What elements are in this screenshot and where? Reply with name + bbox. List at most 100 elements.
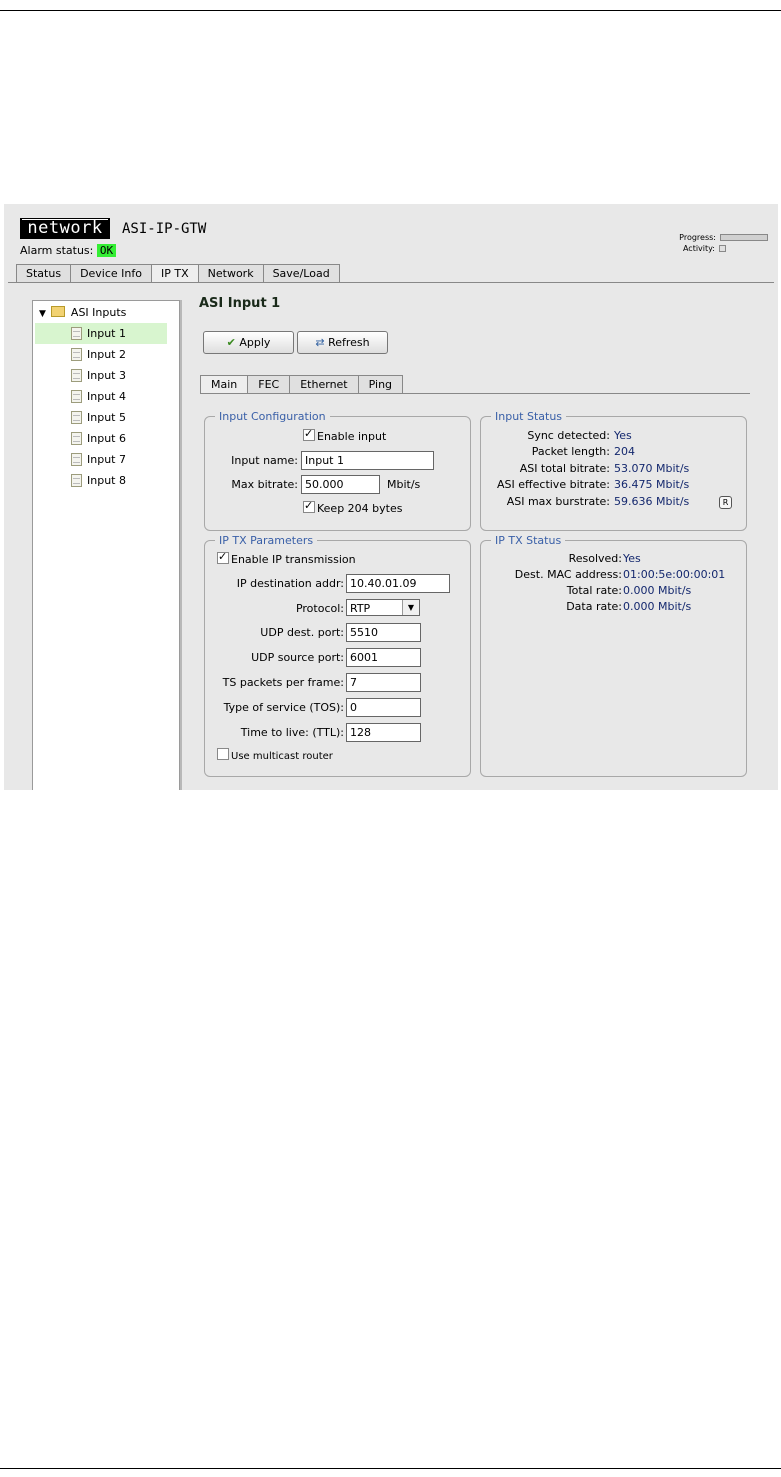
input-configuration-group: Input Configuration Enable input Input n…: [204, 410, 471, 531]
tree-item-input-5[interactable]: Input 5: [35, 407, 167, 428]
chevron-down-icon[interactable]: ▼: [402, 600, 419, 615]
use-multicast-router-label: Use multicast router: [231, 751, 333, 762]
enable-input-checkbox[interactable]: [303, 427, 315, 441]
time-to-live-field[interactable]: 128: [346, 723, 421, 742]
udp-source-port-field[interactable]: 6001: [346, 648, 421, 667]
ts-packets-per-frame-field[interactable]: 7: [346, 673, 421, 692]
tree-item-input-1[interactable]: Input 1: [35, 323, 167, 344]
main-tab-bar: Status Device Info IP TX Network Save/Lo…: [16, 264, 340, 283]
tree-item-label: Input 6: [87, 432, 126, 445]
refresh-icon: ⇄: [315, 336, 325, 349]
tree-splitter[interactable]: [180, 300, 182, 790]
enable-input-row[interactable]: Enable input: [303, 427, 386, 443]
document-icon: [71, 348, 82, 361]
max-bitrate-field[interactable]: 50.000: [301, 475, 380, 494]
keep-204-checkbox[interactable]: [303, 499, 315, 513]
subtab-fec[interactable]: FEC: [247, 375, 291, 393]
device-name: ASI-IP-GTW: [122, 221, 207, 237]
time-to-live-label: Time to live: (TTL):: [240, 726, 344, 739]
progress-label: Progress:: [679, 233, 716, 242]
page-bottom-rule: [0, 1468, 781, 1469]
tab-status[interactable]: Status: [16, 264, 72, 282]
reset-burstrate-button[interactable]: R: [719, 496, 732, 509]
use-multicast-router-row[interactable]: Use multicast router: [217, 748, 333, 762]
tree-item-input-6[interactable]: Input 6: [35, 428, 167, 449]
dest-mac-value: 01:00:5e:00:00:01: [623, 568, 726, 581]
protocol-label: Protocol:: [295, 602, 344, 615]
tree-item-label: Input 2: [87, 348, 126, 361]
tab-network[interactable]: Network: [197, 264, 264, 282]
tree-item-input-3[interactable]: Input 3: [35, 365, 167, 386]
keep-204-row[interactable]: Keep 204 bytes: [303, 499, 402, 515]
input-status-legend: Input Status: [495, 410, 563, 423]
ip-destination-field[interactable]: 10.40.01.09: [346, 574, 450, 593]
tree-item-label: Input 3: [87, 369, 126, 382]
sub-tab-bar: Main FEC Ethernet Ping: [200, 375, 404, 394]
asi-total-bitrate-value: 53.070 Mbit/s: [614, 462, 690, 475]
tree-item-input-4[interactable]: Input 4: [35, 386, 167, 407]
subtab-ping[interactable]: Ping: [357, 375, 404, 393]
document-icon: [71, 369, 82, 382]
asi-max-burstrate-label: ASI max burstrate:: [506, 495, 610, 508]
max-bitrate-unit: Mbit/s: [387, 478, 421, 491]
sync-detected-value: Yes: [614, 429, 632, 442]
document-icon: [71, 453, 82, 466]
udp-dest-port-field[interactable]: 5510: [346, 623, 421, 642]
asi-total-bitrate-label: ASI total bitrate:: [519, 462, 610, 475]
refresh-button[interactable]: ⇄ Refresh: [297, 331, 388, 354]
input-configuration-legend: Input Configuration: [219, 410, 326, 423]
enable-ip-transmission-checkbox[interactable]: [217, 550, 229, 564]
tree-root-label: ASI Inputs: [70, 306, 127, 319]
tree-root-asi-inputs[interactable]: ▼ ASI Inputs: [39, 305, 126, 321]
use-multicast-router-checkbox[interactable]: [217, 748, 229, 760]
enable-ip-transmission-label: Enable IP transmission: [231, 553, 356, 566]
sub-tab-underline: [200, 393, 750, 394]
dest-mac-label: Dest. MAC address:: [514, 568, 622, 581]
tree-item-input-7[interactable]: Input 7: [35, 449, 167, 470]
subtab-main[interactable]: Main: [200, 375, 249, 394]
sync-detected-label: Sync detected:: [527, 429, 610, 442]
ip-tx-parameters-group: IP TX Parameters Enable IP transmission …: [204, 534, 471, 777]
enable-ip-transmission-row[interactable]: Enable IP transmission: [217, 550, 356, 566]
tree-items: Input 1 Input 2 Input 3 Input 4 Input 5 …: [35, 323, 167, 491]
alarm-status-label: Alarm status:: [20, 244, 94, 257]
tree-item-label: Input 8: [87, 474, 126, 487]
resolved-value: Yes: [623, 552, 641, 565]
tree-item-input-2[interactable]: Input 2: [35, 344, 167, 365]
tab-ip-tx[interactable]: IP TX: [151, 264, 199, 283]
activity-indicator: [719, 245, 726, 252]
document-icon: [71, 411, 82, 424]
tab-save-load[interactable]: Save/Load: [262, 264, 340, 282]
document-icon: [71, 390, 82, 403]
input-name-field[interactable]: Input 1: [301, 451, 434, 470]
tree-item-input-8[interactable]: Input 8: [35, 470, 167, 491]
resolved-label: Resolved:: [568, 552, 622, 565]
tree-item-label: Input 1: [87, 327, 126, 340]
type-of-service-field[interactable]: 0: [346, 698, 421, 717]
ip-tx-status-legend: IP TX Status: [495, 534, 562, 547]
data-rate-value: 0.000 Mbit/s: [623, 600, 692, 613]
total-rate-value: 0.000 Mbit/s: [623, 584, 692, 597]
tab-device-info[interactable]: Device Info: [70, 264, 152, 282]
ip-destination-label: IP destination addr:: [236, 577, 344, 590]
expand-triangle-icon[interactable]: ▼: [39, 309, 46, 319]
main-tab-underline: [8, 282, 774, 283]
network-logo: network: [20, 218, 110, 239]
page-top-rule: [0, 10, 781, 11]
ip-tx-parameters-legend: IP TX Parameters: [219, 534, 314, 547]
document-icon: [71, 327, 82, 340]
protocol-select[interactable]: RTP ▼: [346, 599, 420, 616]
type-of-service-label: Type of service (TOS):: [223, 701, 344, 714]
panel-title: ASI Input 1: [199, 296, 281, 311]
subtab-ethernet[interactable]: Ethernet: [289, 375, 359, 393]
alarm-status-badge: OK: [96, 244, 117, 257]
packet-length-label: Packet length:: [531, 445, 610, 458]
data-rate-label: Data rate:: [566, 600, 622, 613]
folder-open-icon: [51, 306, 66, 317]
alarm-status: Alarm status: OK: [20, 244, 117, 257]
udp-dest-port-label: UDP dest. port:: [260, 626, 344, 639]
refresh-button-label: Refresh: [328, 336, 370, 349]
apply-button[interactable]: ✔ Apply: [203, 331, 294, 354]
app-window: network ASI-IP-GTW Alarm status: OK Prog…: [4, 204, 778, 790]
input-name-label: Input name:: [231, 454, 298, 467]
